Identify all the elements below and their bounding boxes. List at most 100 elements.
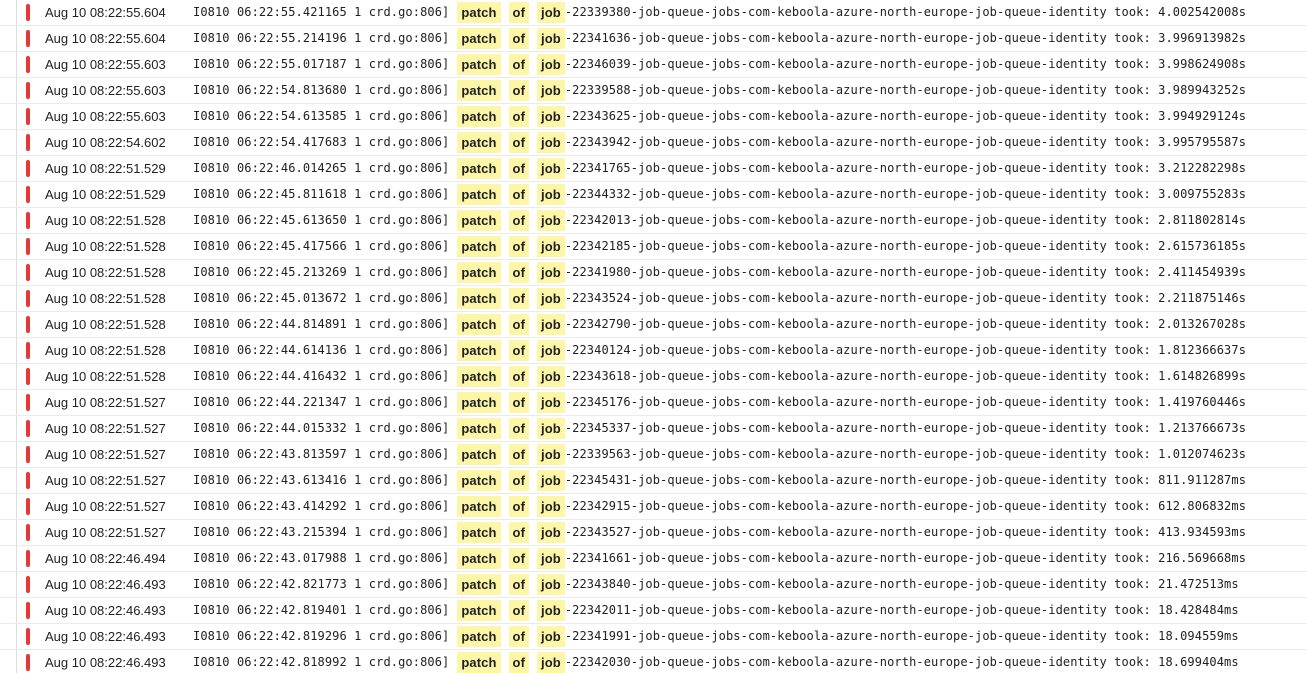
search-highlight: patch <box>457 28 501 49</box>
log-message: I0810 06:22:55.214196 1 crd.go:806] patch… <box>193 28 1246 49</box>
severity-error-icon <box>26 446 30 463</box>
log-entry-row[interactable]: Aug 10 08:22:55.603 I0810 06:22:54.61358… <box>0 104 1307 130</box>
log-message-prefix: I0810 06:22:44.614136 1 crd.go:806] <box>193 343 450 357</box>
search-highlight: job <box>537 158 565 179</box>
log-entry-row[interactable]: Aug 10 08:22:46.493 I0810 06:22:42.82177… <box>0 572 1307 598</box>
log-entry-row[interactable]: Aug 10 08:22:46.493 I0810 06:22:42.81899… <box>0 650 1307 673</box>
log-entry-row[interactable]: Aug 10 08:22:46.494 I0810 06:22:43.01798… <box>0 546 1307 572</box>
log-message-rest: -22339380-job-queue-jobs-com-keboola-azu… <box>564 5 1247 19</box>
log-message: I0810 06:22:45.013672 1 crd.go:806] patch… <box>193 288 1246 309</box>
log-entry-row[interactable]: Aug 10 08:22:51.528 I0810 06:22:45.01367… <box>0 286 1307 312</box>
log-entry-row[interactable]: Aug 10 08:22:51.528 I0810 06:22:45.21326… <box>0 260 1307 286</box>
search-highlight: patch <box>457 496 501 517</box>
log-message: I0810 06:22:55.421165 1 crd.go:806] patch… <box>193 2 1246 23</box>
search-highlight: job <box>537 652 565 673</box>
log-message-rest: -22346039-job-queue-jobs-com-keboola-azu… <box>564 57 1247 71</box>
log-entry-row[interactable]: Aug 10 08:22:54.602 I0810 06:22:54.41768… <box>0 130 1307 156</box>
log-message-prefix: I0810 06:22:55.017187 1 crd.go:806] <box>193 57 450 71</box>
severity-error-icon <box>26 4 30 21</box>
log-entry-row[interactable]: Aug 10 08:22:51.527 I0810 06:22:44.22134… <box>0 390 1307 416</box>
log-message: I0810 06:22:43.813597 1 crd.go:806] patch… <box>193 444 1246 465</box>
log-message: I0810 06:22:46.014265 1 crd.go:806] patch… <box>193 158 1246 179</box>
log-message-rest: -22339588-job-queue-jobs-com-keboola-azu… <box>564 83 1247 97</box>
log-message: I0810 06:22:44.416432 1 crd.go:806] patch… <box>193 366 1246 387</box>
log-message-prefix: I0810 06:22:44.221347 1 crd.go:806] <box>193 395 450 409</box>
log-entry-row[interactable]: Aug 10 08:22:51.529 I0810 06:22:45.81161… <box>0 182 1307 208</box>
log-message-prefix: I0810 06:22:54.417683 1 crd.go:806] <box>193 135 450 149</box>
severity-error-icon <box>26 264 30 281</box>
log-message-rest: -22343942-job-queue-jobs-com-keboola-azu… <box>564 135 1247 149</box>
log-entry-row[interactable]: Aug 10 08:22:51.528 I0810 06:22:44.41643… <box>0 364 1307 390</box>
search-highlight: of <box>508 210 530 231</box>
log-message-rest: -22343618-job-queue-jobs-com-keboola-azu… <box>564 369 1247 383</box>
search-highlight: job <box>537 548 565 569</box>
log-message-prefix: I0810 06:22:42.819401 1 crd.go:806] <box>193 603 450 617</box>
search-highlight: job <box>537 28 565 49</box>
log-message-prefix: I0810 06:22:43.813597 1 crd.go:806] <box>193 447 450 461</box>
log-message: I0810 06:22:54.813680 1 crd.go:806] patch… <box>193 80 1246 101</box>
log-entry-row[interactable]: Aug 10 08:22:55.604 I0810 06:22:55.21419… <box>0 26 1307 52</box>
log-message-prefix: I0810 06:22:43.613416 1 crd.go:806] <box>193 473 450 487</box>
search-highlight: job <box>537 600 565 621</box>
log-timestamp: Aug 10 08:22:51.528 <box>45 369 166 384</box>
search-highlight: patch <box>457 626 501 647</box>
log-entry-row[interactable]: Aug 10 08:22:51.528 I0810 06:22:44.61413… <box>0 338 1307 364</box>
log-entry-row[interactable]: Aug 10 08:22:51.528 I0810 06:22:45.61365… <box>0 208 1307 234</box>
log-message: I0810 06:22:42.821773 1 crd.go:806] patch… <box>193 574 1239 595</box>
log-timestamp: Aug 10 08:22:51.528 <box>45 317 166 332</box>
log-message-prefix: I0810 06:22:45.213269 1 crd.go:806] <box>193 265 450 279</box>
search-highlight: of <box>508 548 530 569</box>
log-message-rest: -22343524-job-queue-jobs-com-keboola-azu… <box>564 291 1247 305</box>
search-highlight: of <box>508 470 530 491</box>
log-message: I0810 06:22:42.819401 1 crd.go:806] patch… <box>193 600 1239 621</box>
log-message-rest: -22343625-job-queue-jobs-com-keboola-azu… <box>564 109 1247 123</box>
search-highlight: patch <box>457 158 501 179</box>
search-highlight: of <box>508 132 530 153</box>
log-message-prefix: I0810 06:22:54.613585 1 crd.go:806] <box>193 109 450 123</box>
log-entry-row[interactable]: Aug 10 08:22:51.529 I0810 06:22:46.01426… <box>0 156 1307 182</box>
search-highlight: of <box>508 158 530 179</box>
log-message-rest: -22343527-job-queue-jobs-com-keboola-azu… <box>564 525 1247 539</box>
severity-error-icon <box>26 550 30 567</box>
log-timestamp: Aug 10 08:22:51.528 <box>45 343 166 358</box>
log-message-prefix: I0810 06:22:45.417566 1 crd.go:806] <box>193 239 450 253</box>
log-entry-row[interactable]: Aug 10 08:22:46.493 I0810 06:22:42.81929… <box>0 624 1307 650</box>
search-highlight: job <box>537 340 565 361</box>
severity-error-icon <box>26 134 30 151</box>
search-highlight: patch <box>457 600 501 621</box>
log-entry-row[interactable]: Aug 10 08:22:46.493 I0810 06:22:42.81940… <box>0 598 1307 624</box>
log-message: I0810 06:22:54.613585 1 crd.go:806] patch… <box>193 106 1246 127</box>
log-entry-row[interactable]: Aug 10 08:22:51.527 I0810 06:22:43.61341… <box>0 468 1307 494</box>
severity-error-icon <box>26 368 30 385</box>
log-entry-row[interactable]: Aug 10 08:22:55.603 I0810 06:22:54.81368… <box>0 78 1307 104</box>
search-highlight: patch <box>457 392 501 413</box>
log-entry-row[interactable]: Aug 10 08:22:51.527 I0810 06:22:43.21539… <box>0 520 1307 546</box>
log-entry-row[interactable]: Aug 10 08:22:51.527 I0810 06:22:44.01533… <box>0 416 1307 442</box>
log-entry-row[interactable]: Aug 10 08:22:51.528 I0810 06:22:44.81489… <box>0 312 1307 338</box>
log-timestamp: Aug 10 08:22:51.528 <box>45 291 166 306</box>
search-highlight: patch <box>457 470 501 491</box>
search-highlight: patch <box>457 418 501 439</box>
log-entry-row[interactable]: Aug 10 08:22:51.527 I0810 06:22:43.41429… <box>0 494 1307 520</box>
search-highlight: job <box>537 574 565 595</box>
log-message-rest: -22342790-job-queue-jobs-com-keboola-azu… <box>564 317 1247 331</box>
severity-error-icon <box>26 82 30 99</box>
log-entry-row[interactable]: Aug 10 08:22:55.604 I0810 06:22:55.42116… <box>0 0 1307 26</box>
log-message-prefix: I0810 06:22:46.014265 1 crd.go:806] <box>193 161 450 175</box>
log-entry-row[interactable]: Aug 10 08:22:55.603 I0810 06:22:55.01718… <box>0 52 1307 78</box>
search-highlight: patch <box>457 236 501 257</box>
log-entry-row[interactable]: Aug 10 08:22:51.527 I0810 06:22:43.81359… <box>0 442 1307 468</box>
log-message-prefix: I0810 06:22:44.814891 1 crd.go:806] <box>193 317 450 331</box>
severity-error-icon <box>26 576 30 593</box>
search-highlight: patch <box>457 652 501 673</box>
log-message: I0810 06:22:44.221347 1 crd.go:806] patch… <box>193 392 1246 413</box>
log-timestamp: Aug 10 08:22:51.528 <box>45 239 166 254</box>
search-highlight: job <box>537 392 565 413</box>
log-entry-row[interactable]: Aug 10 08:22:51.528 I0810 06:22:45.41756… <box>0 234 1307 260</box>
log-timestamp: Aug 10 08:22:46.494 <box>45 551 166 566</box>
log-timestamp: Aug 10 08:22:51.527 <box>45 395 166 410</box>
search-highlight: of <box>508 106 530 127</box>
severity-error-icon <box>26 56 30 73</box>
log-message-prefix: I0810 06:22:45.811618 1 crd.go:806] <box>193 187 450 201</box>
severity-error-icon <box>26 290 30 307</box>
